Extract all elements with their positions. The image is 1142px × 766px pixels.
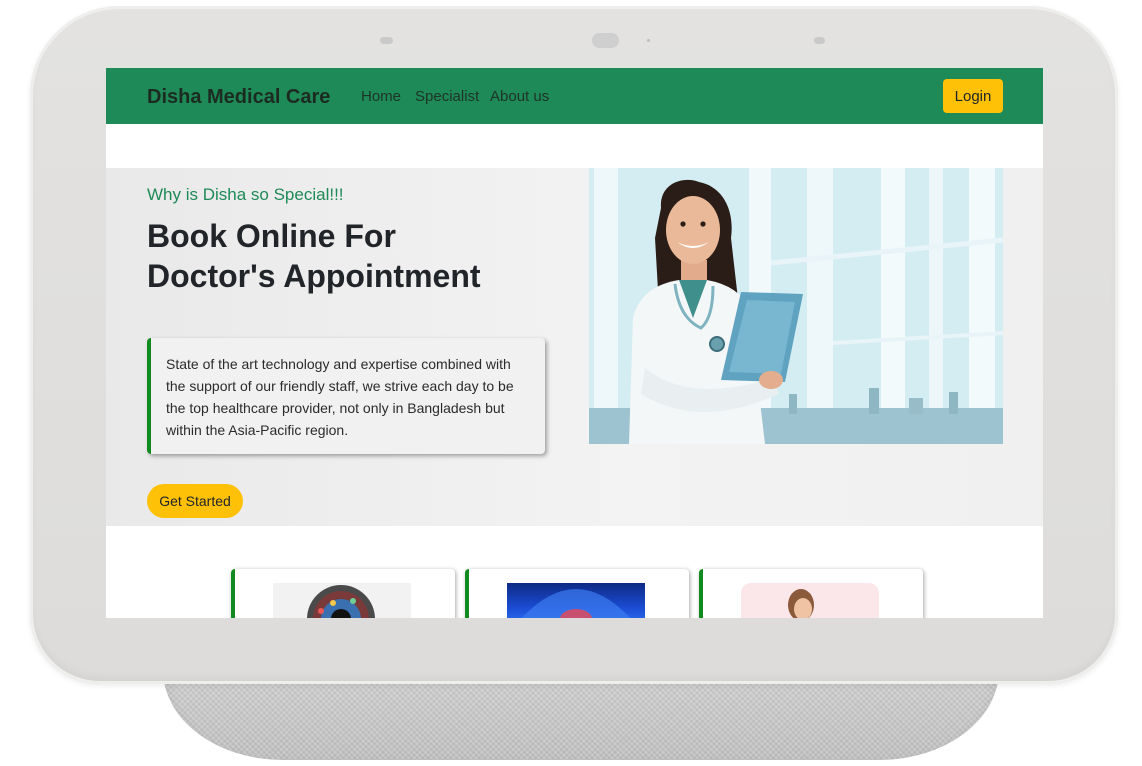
specialist-card[interactable] (699, 569, 923, 618)
hero-title-line-1: Book Online For (147, 218, 396, 254)
navbar: Disha Medical Care Home Specialist About… (106, 68, 1043, 124)
login-button[interactable]: Login (943, 79, 1003, 113)
woman-illustration (741, 583, 879, 618)
hero-title-line-2: Doctor's Appointment (147, 258, 481, 294)
nav-link-about-us[interactable]: About us (490, 88, 549, 105)
nav-link-home[interactable]: Home (361, 88, 401, 105)
light-sensor-icon (380, 37, 393, 44)
hero-title: Book Online For Doctor's Appointment (147, 216, 547, 296)
hero-description-card: State of the art technology and expertis… (147, 338, 545, 454)
eye-illustration (273, 583, 411, 618)
camera-icon (592, 33, 619, 48)
specialist-card[interactable] (465, 569, 689, 618)
device-screen: Disha Medical Care Home Specialist About… (106, 68, 1043, 618)
get-started-button[interactable]: Get Started (147, 484, 243, 518)
light-sensor-icon (814, 37, 825, 44)
microphone-icon (647, 39, 650, 42)
nav-link-specialist[interactable]: Specialist (415, 88, 479, 105)
doctor-image (589, 168, 1003, 444)
specialist-card[interactable] (231, 569, 455, 618)
doctor-illustration (589, 168, 1003, 444)
hero-tagline: Why is Disha so Special!!! (147, 185, 344, 204)
brand-logo[interactable]: Disha Medical Care (147, 86, 330, 109)
hero-section: Why is Disha so Special!!! Book Online F… (106, 168, 1043, 526)
body-xray-illustration (507, 583, 645, 618)
